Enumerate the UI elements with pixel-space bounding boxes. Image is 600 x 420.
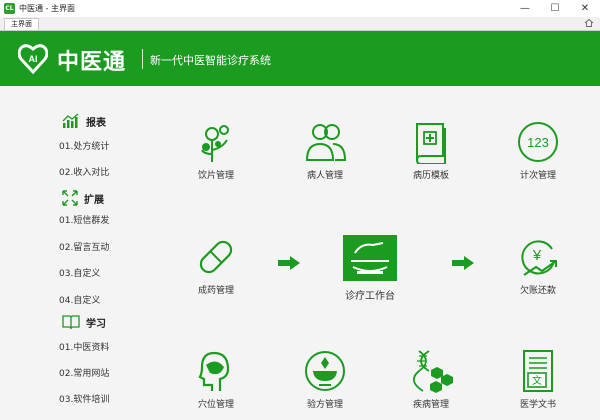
tab-main[interactable]: 主界面 (4, 18, 39, 30)
tile-prescription-management[interactable]: 验方管理 (285, 349, 365, 410)
counter-icon: 123 (518, 122, 558, 162)
close-button[interactable]: ✕ (570, 0, 600, 17)
arrow-right-icon-2 (452, 256, 474, 270)
tile-patient-management[interactable]: 病人管理 (285, 120, 365, 181)
window-controls: — ☐ ✕ (510, 0, 600, 17)
sidebar-item-custom-2[interactable]: 04.自定义 (59, 293, 100, 306)
tile-patent-medicine[interactable]: 成药管理 (176, 235, 256, 296)
tile-document-label: 医学文书 (519, 400, 556, 410)
section-reports: 报表 (62, 112, 106, 130)
section-extensions-title: 扩展 (84, 194, 104, 206)
tile-medical-document[interactable]: 文 医学文书 (498, 349, 578, 410)
medical-record-icon (416, 123, 446, 164)
header-banner: AI 中医通 新一代中医智能诊疗系统 (0, 31, 600, 86)
expand-icon (62, 190, 78, 206)
acupoint-icon (198, 351, 230, 391)
tile-patent-label: 成药管理 (197, 286, 234, 296)
yuan-icon-text: ¥ (532, 247, 542, 264)
workbench-label: 诊疗工作台 (345, 291, 395, 302)
tile-disease-management[interactable]: 疾病管理 (391, 349, 471, 410)
brand-name: 中医通 (57, 50, 127, 75)
tile-acupoint-management[interactable]: 穴位管理 (176, 349, 256, 410)
tile-record-template[interactable]: 病历模板 (391, 120, 471, 181)
tile-count-management[interactable]: 123 计次管理 (498, 120, 578, 181)
sidebar: 报表 01.处方统计 02.收入对比 扩展 01.短信群发 02.留言互动 03… (0, 86, 150, 420)
header-divider (142, 49, 143, 69)
sidebar-item-tcm-materials[interactable]: 01.中医资料 (59, 340, 109, 353)
heart-logo-icon: AI (18, 44, 48, 75)
tile-record-label: 病历模板 (412, 171, 449, 181)
workbench-icon (351, 242, 389, 274)
title-bar: CL 中医通 - 主界面 — ☐ ✕ (0, 0, 600, 17)
chart-icon (62, 113, 79, 128)
patients-icon (305, 124, 347, 161)
tile-prescription-label: 验方管理 (306, 400, 343, 410)
maximize-button[interactable]: ☐ (540, 0, 570, 17)
arrow-right-icon (278, 256, 300, 270)
tab-bar: 主界面 (0, 17, 600, 31)
counter-icon-text: 123 (527, 135, 549, 150)
section-learning: 学习 (62, 313, 106, 331)
window-title: 中医通 - 主界面 (19, 4, 75, 13)
sidebar-item-custom-1[interactable]: 03.自定义 (59, 266, 100, 279)
tile-acupoint-label: 穴位管理 (197, 400, 234, 410)
mortar-icon (305, 351, 345, 391)
sidebar-item-prescription-stats[interactable]: 01.处方统计 (59, 139, 109, 152)
yuan-repay-icon: ¥ (521, 240, 557, 276)
tile-treatment-workbench[interactable]: 诊疗工作台 (340, 235, 400, 302)
tile-disease-label: 疾病管理 (412, 400, 449, 410)
sidebar-item-software-training[interactable]: 03.软件培训 (59, 392, 109, 405)
sidebar-item-common-sites[interactable]: 02.常用网站 (59, 366, 109, 379)
app-icon: CL (4, 3, 15, 14)
workbench-icon-box (343, 235, 397, 281)
tile-count-label: 计次管理 (519, 171, 556, 181)
home-icon[interactable] (584, 18, 594, 28)
tile-herb-label: 饮片管理 (197, 171, 234, 181)
minimize-button[interactable]: — (510, 0, 540, 17)
document-icon-text: 文 (532, 374, 542, 387)
sidebar-item-income-compare[interactable]: 02.收入对比 (59, 165, 109, 178)
pill-icon (199, 240, 233, 274)
brand-slogan: 新一代中医智能诊疗系统 (150, 54, 271, 67)
dna-icon (413, 350, 453, 393)
tile-debt-label: 欠账还款 (519, 286, 556, 296)
sidebar-item-sms-broadcast[interactable]: 01.短信群发 (59, 213, 109, 226)
sidebar-item-message-interaction[interactable]: 02.留言互动 (59, 240, 109, 253)
book-icon (62, 315, 80, 330)
tile-debt-repayment[interactable]: ¥ 欠账还款 (498, 235, 578, 296)
section-learning-title: 学习 (86, 318, 106, 330)
section-extensions: 扩展 (62, 189, 104, 207)
tile-herb-management[interactable]: 饮片管理 (176, 120, 256, 181)
tile-patient-label: 病人管理 (306, 171, 343, 181)
herb-icon (201, 125, 229, 162)
document-icon: 文 (523, 350, 553, 392)
logo-text: AI (29, 54, 38, 64)
section-reports-title: 报表 (86, 117, 106, 129)
